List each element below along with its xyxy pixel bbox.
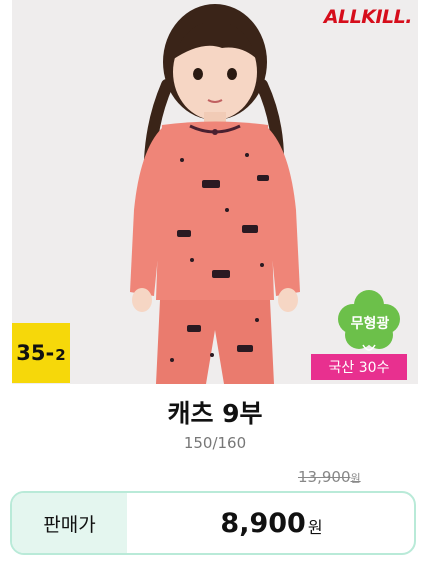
product-sizes: 150/160 [183, 434, 247, 452]
original-price-unit: 원 [350, 472, 361, 485]
size-code-sub: 2 [55, 346, 66, 364]
original-price: 13,900원 [298, 468, 361, 486]
size-code-main: 35- [16, 341, 55, 365]
sale-price-value: 8,900 [220, 507, 306, 539]
origin-badge: 국산 30수 [311, 354, 407, 380]
brand-logo: ALLKILL. [323, 6, 413, 28]
original-price-value: 13,900 [298, 468, 351, 486]
size-code-badge: 35- 2 [12, 323, 70, 383]
non-fluorescent-label: 무형광 [350, 316, 390, 332]
sale-price-unit: 원 [307, 518, 323, 537]
product-card[interactable]: ALLKILL. 35- 2 무형광 국산 30수 캐츠 9부 150/160 1… [0, 0, 430, 570]
sale-price-label: 판매가 [12, 493, 127, 553]
sale-price-box[interactable]: 판매가 8,900 원 [10, 491, 416, 555]
sale-price: 8,900 원 [127, 493, 414, 553]
product-name[interactable]: 캐츠 9부 [0, 394, 430, 430]
